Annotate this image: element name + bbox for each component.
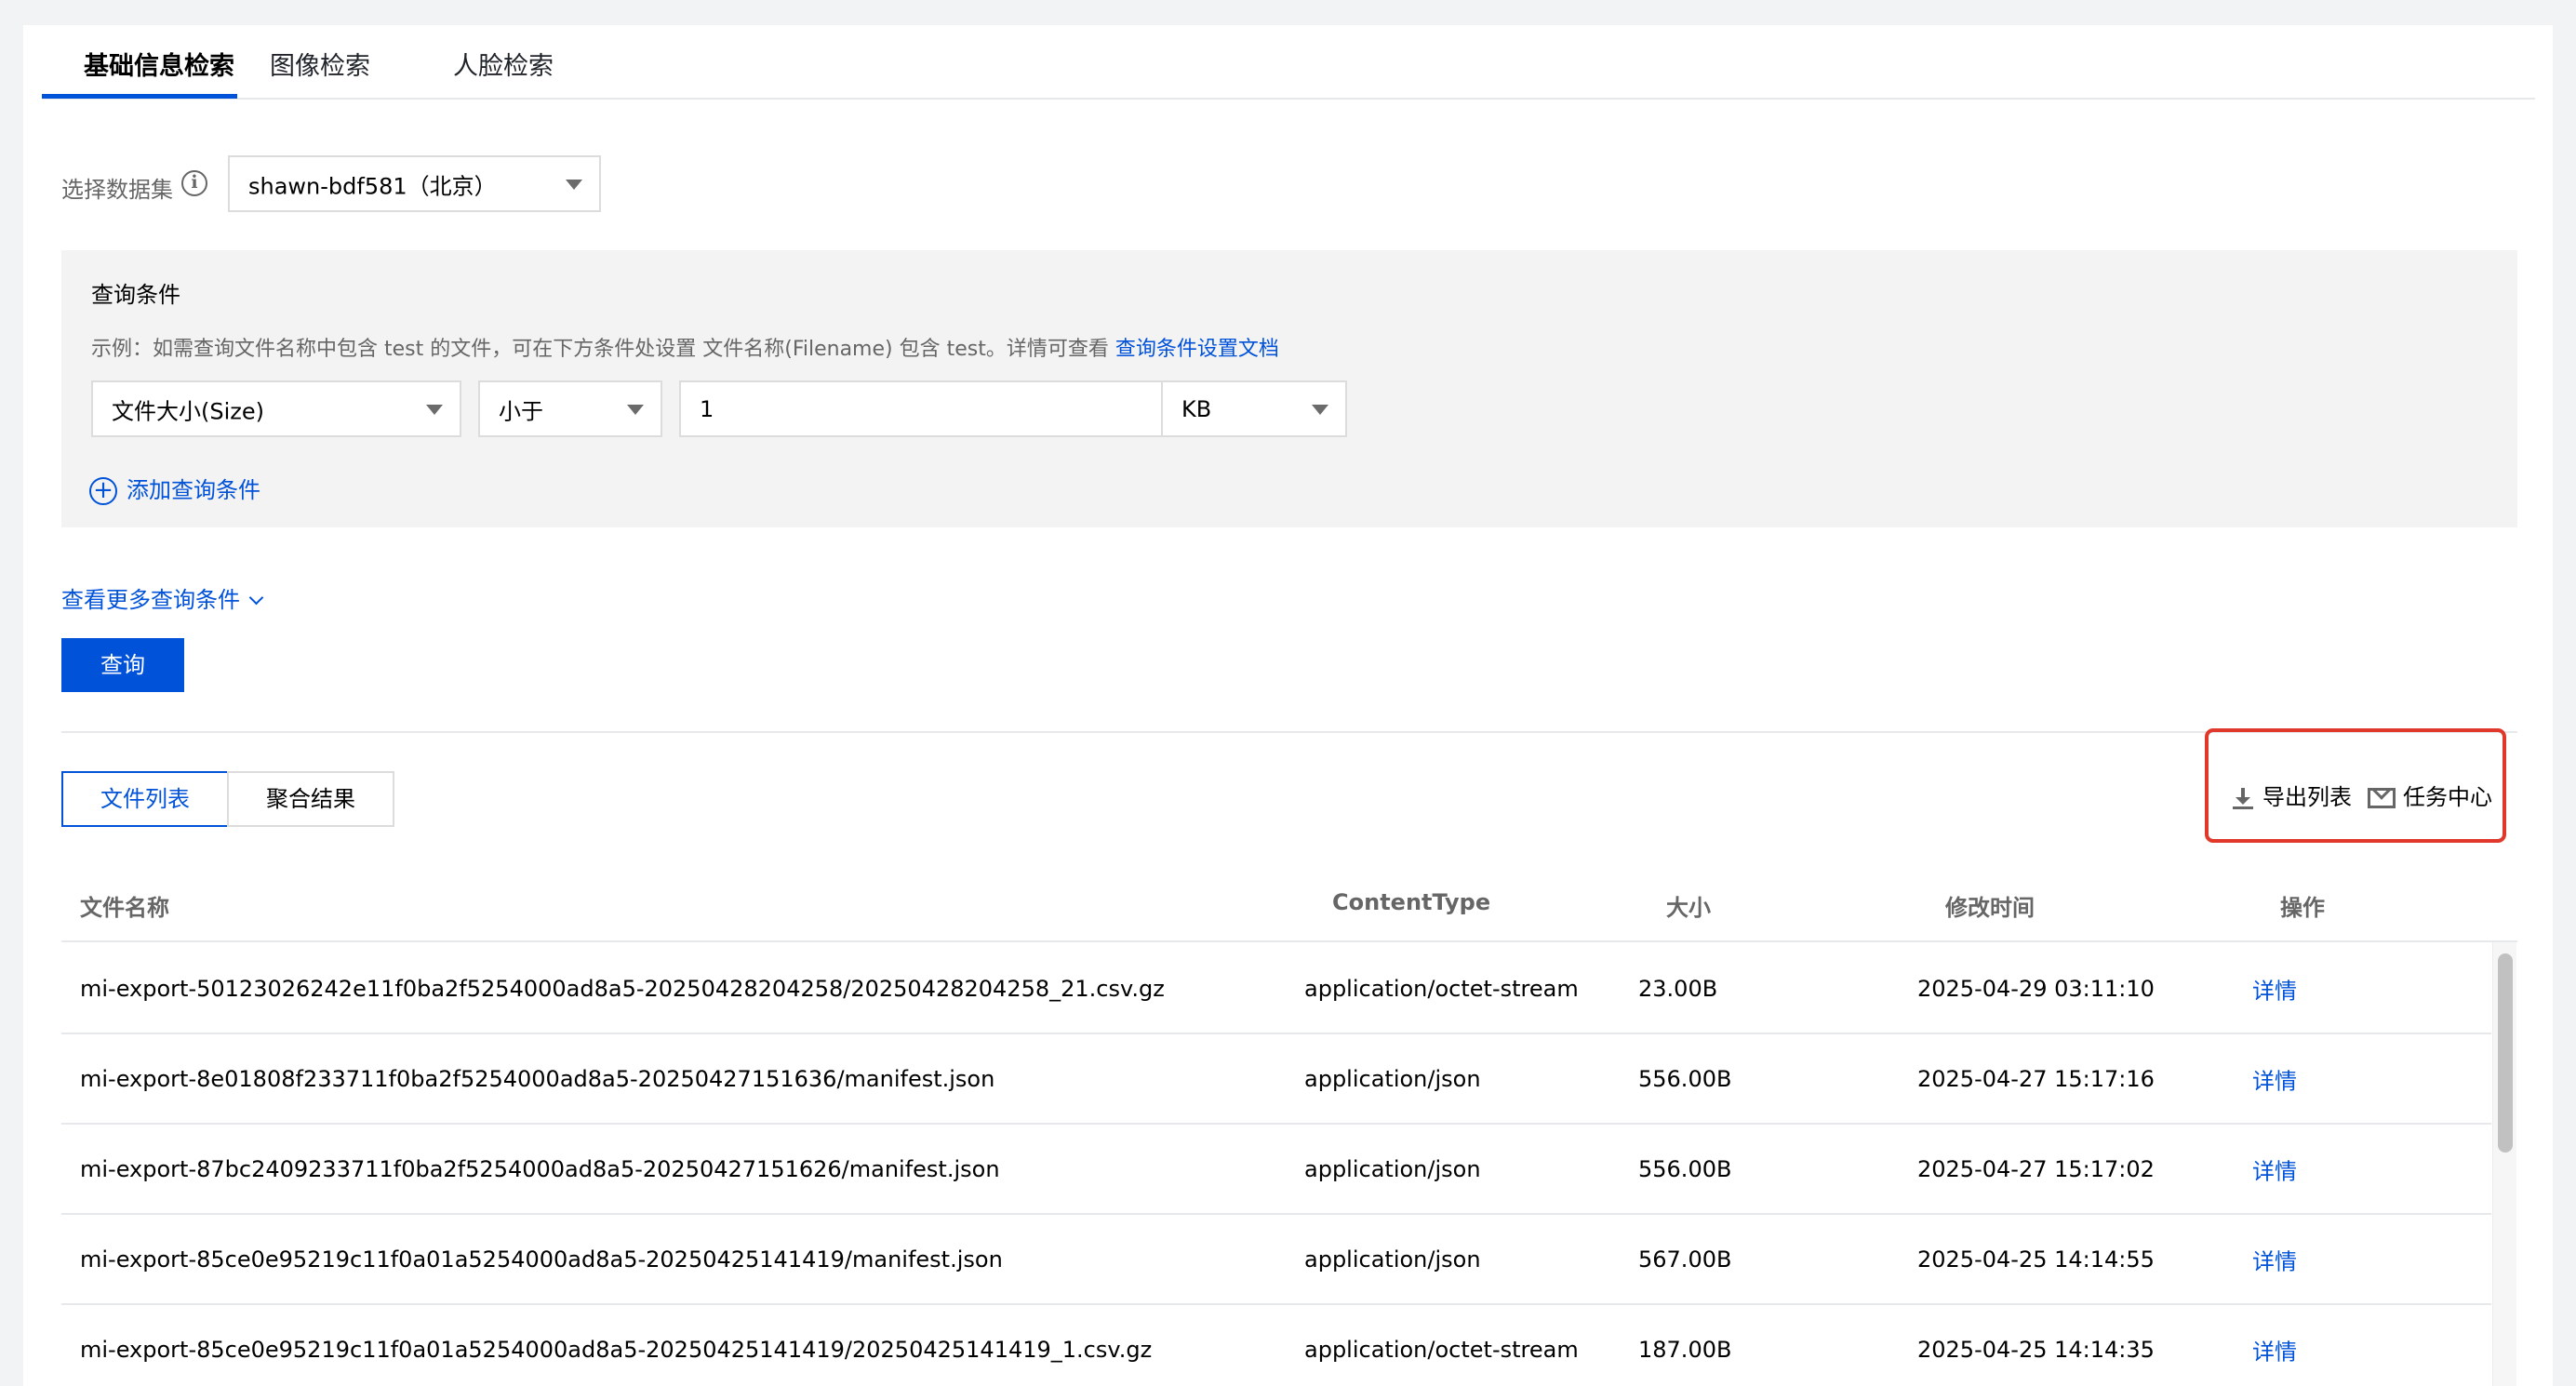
- cell-filename: mi-export-8e01808f233711f0ba2f5254000ad8…: [80, 1065, 995, 1092]
- tab-aggregation-results[interactable]: 聚合结果: [227, 771, 394, 827]
- cell-filename: mi-export-85ce0e95219c11f0a01a5254000ad8…: [80, 1246, 1003, 1273]
- query-hint-text: 示例：如需查询文件名称中包含 test 的文件，可在下方条件处设置 文件名称(F…: [91, 338, 1115, 361]
- detail-link[interactable]: 详情: [2252, 1153, 2297, 1185]
- caret-down-icon: [566, 179, 582, 190]
- detail-link[interactable]: 详情: [2252, 972, 2297, 1005]
- cell-filename: mi-export-87bc2409233711f0ba2f5254000ad8…: [80, 1155, 1000, 1182]
- more-conditions-link[interactable]: 查看更多查询条件: [61, 581, 264, 614]
- download-icon: [2233, 786, 2253, 810]
- export-list-button[interactable]: 导出列表: [2233, 779, 2352, 811]
- condition-value-text: 1: [700, 395, 714, 422]
- condition-field-select[interactable]: 文件大小(Size): [91, 380, 461, 437]
- cell-content-type: application/json: [1304, 1246, 1481, 1273]
- tab-image-search[interactable]: 图像检索: [270, 46, 370, 82]
- table-row: mi-export-85ce0e95219c11f0a01a5254000ad8…: [61, 1305, 2491, 1386]
- cell-modified-time: 2025-04-25 14:14:35: [1917, 1336, 2155, 1363]
- caret-down-icon: [426, 404, 443, 415]
- table-header: 文件名称 ContentType 大小 修改时间 操作: [61, 867, 2517, 942]
- table-row: mi-export-8e01808f233711f0ba2f5254000ad8…: [61, 1034, 2491, 1125]
- cell-size: 567.00B: [1638, 1246, 1732, 1273]
- top-tabs: 基础信息检索 图像检索 人脸检索: [42, 25, 2535, 100]
- column-header-filename: 文件名称: [80, 895, 169, 921]
- export-list-label: 导出列表: [2262, 784, 2352, 810]
- condition-unit-value: KB: [1181, 395, 1212, 422]
- condition-field-value: 文件大小(Size): [112, 398, 264, 424]
- active-tab-indicator: [42, 94, 237, 99]
- task-center-button[interactable]: 任务中心: [2368, 779, 2492, 811]
- caret-down-icon: [1312, 404, 1328, 415]
- dataset-select[interactable]: shawn-bdf581（北京）: [228, 155, 601, 212]
- cell-filename: mi-export-85ce0e95219c11f0a01a5254000ad8…: [80, 1336, 1153, 1363]
- cell-content-type: application/json: [1304, 1065, 1481, 1092]
- table-row: mi-export-50123026242e11f0ba2f5254000ad8…: [61, 944, 2491, 1034]
- cell-modified-time: 2025-04-27 15:17:02: [1917, 1155, 2155, 1182]
- cell-size: 187.00B: [1638, 1336, 1732, 1363]
- scrollbar-thumb[interactable]: [2498, 953, 2513, 1153]
- query-conditions-box: 查询条件 示例：如需查询文件名称中包含 test 的文件，可在下方条件处设置 文…: [61, 250, 2517, 527]
- cell-size: 556.00B: [1638, 1065, 1732, 1092]
- add-condition-label: 添加查询条件: [127, 477, 260, 503]
- cell-filename: mi-export-50123026242e11f0ba2f5254000ad8…: [80, 975, 1165, 1002]
- tab-file-list[interactable]: 文件列表: [61, 771, 229, 827]
- table-row: mi-export-85ce0e95219c11f0a01a5254000ad8…: [61, 1215, 2491, 1305]
- table-scrollbar[interactable]: [2492, 942, 2516, 1386]
- dataset-label: 选择数据集: [61, 177, 173, 203]
- column-header-content-type: ContentType: [1332, 889, 1491, 915]
- detail-link[interactable]: 详情: [2252, 1243, 2297, 1275]
- detail-link[interactable]: 详情: [2252, 1333, 2297, 1366]
- info-icon[interactable]: i: [181, 170, 207, 196]
- chevron-down-icon: [248, 590, 264, 606]
- cell-modified-time: 2025-04-27 15:17:16: [1917, 1065, 2155, 1092]
- cell-content-type: application/octet-stream: [1304, 1336, 1579, 1363]
- cell-content-type: application/json: [1304, 1155, 1481, 1182]
- add-condition-button[interactable]: + 添加查询条件: [89, 472, 260, 505]
- query-hint: 示例：如需查询文件名称中包含 test 的文件，可在下方条件处设置 文件名称(F…: [91, 332, 1279, 362]
- query-button[interactable]: 查询: [61, 638, 184, 692]
- dataset-select-value: shawn-bdf581（北京）: [248, 173, 497, 199]
- caret-down-icon: [627, 404, 644, 415]
- column-header-modified-time: 修改时间: [1945, 895, 2035, 921]
- tab-basic-info-search[interactable]: 基础信息检索: [84, 46, 234, 82]
- table-row: mi-export-87bc2409233711f0ba2f5254000ad8…: [61, 1125, 2491, 1215]
- plus-circle-icon: +: [89, 477, 117, 505]
- query-docs-link[interactable]: 查询条件设置文档: [1115, 338, 1279, 361]
- cell-modified-time: 2025-04-29 03:11:10: [1917, 975, 2155, 1002]
- table-body: mi-export-50123026242e11f0ba2f5254000ad8…: [61, 944, 2491, 1386]
- query-conditions-title: 查询条件: [91, 282, 180, 308]
- column-header-size: 大小: [1666, 895, 1711, 921]
- detail-link[interactable]: 详情: [2252, 1062, 2297, 1095]
- mail-icon: [2368, 788, 2396, 808]
- condition-unit-select[interactable]: KB: [1161, 380, 1347, 437]
- task-center-label: 任务中心: [2403, 784, 2492, 810]
- cell-size: 23.00B: [1638, 975, 1718, 1002]
- column-header-actions: 操作: [2280, 895, 2325, 921]
- condition-operator-value: 小于: [499, 398, 543, 424]
- condition-operator-select[interactable]: 小于: [478, 380, 662, 437]
- cell-size: 556.00B: [1638, 1155, 1732, 1182]
- main-panel: 基础信息检索 图像检索 人脸检索 选择数据集 i shawn-bdf581（北京…: [23, 25, 2553, 1386]
- condition-value-input[interactable]: 1: [679, 380, 1163, 437]
- cell-content-type: application/octet-stream: [1304, 975, 1579, 1002]
- tab-face-search[interactable]: 人脸检索: [453, 46, 554, 82]
- more-conditions-label: 查看更多查询条件: [61, 587, 240, 613]
- divider: [61, 731, 2517, 733]
- cell-modified-time: 2025-04-25 14:14:55: [1917, 1246, 2155, 1273]
